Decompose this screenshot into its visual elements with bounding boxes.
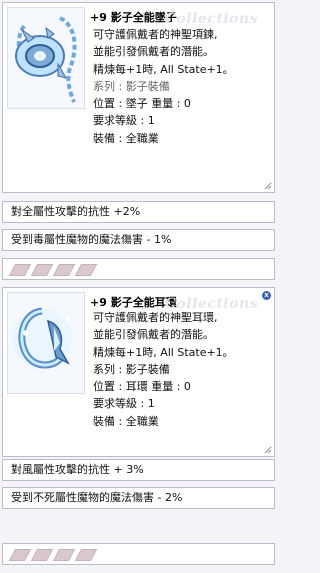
empty-slot-icon	[30, 549, 54, 561]
item-type: 系列 : 影子裝備	[93, 362, 170, 376]
item-position-weight: 位置 : 耳環 重量 : 0	[93, 380, 191, 394]
item-tooltip-earring: x +9 影子全能耳環 Collections 可守護佩戴者的神聖耳環, 並能引…	[2, 287, 275, 457]
item-type: 系列 : 影子裝備	[93, 79, 170, 93]
description-line: 並能引發佩戴者的潛能。	[93, 45, 214, 59]
earring-icon	[7, 292, 85, 394]
item-title: +9 影子全能墜子	[90, 11, 177, 24]
item-option: 對全屬性攻擊的抗性 +2%	[2, 201, 275, 223]
description-line: 可守護佩戴者的神聖耳環,	[93, 311, 218, 324]
empty-slot-icon	[74, 549, 98, 561]
item-equip-class: 裝備 : 全職業	[93, 131, 159, 145]
item-option: 對風屬性攻擊的抗性 + 3%	[2, 459, 275, 481]
description-line: 並能引發佩戴者的潛能。	[93, 328, 214, 342]
description-line: 可守護佩戴者的神聖項鍊,	[93, 28, 218, 41]
card-slots	[2, 543, 275, 565]
item-position-weight: 位置 : 墜子 重量 : 0	[93, 97, 191, 111]
description-line: 精煉每+1時, All State+1。	[93, 345, 234, 359]
item-title: +9 影子全能耳環	[90, 296, 177, 309]
collections-watermark: Collections	[164, 11, 258, 27]
empty-slot-icon	[30, 264, 54, 276]
item-option: 受到不死屬性魔物的魔法傷害 - 2%	[2, 487, 275, 509]
item-tooltip-pendant: +9 影子全能墜子 Collections 可守護佩戴者的神聖項鍊, 並能引發佩…	[2, 2, 275, 193]
empty-slot-icon	[74, 264, 98, 276]
description-line: 精煉每+1時, All State+1。	[93, 62, 234, 76]
resize-grip-icon[interactable]	[262, 444, 272, 454]
empty-slot-icon	[52, 264, 76, 276]
item-required-level: 要求等級 : 1	[93, 114, 155, 128]
empty-slot-icon	[52, 549, 76, 561]
close-button[interactable]: x	[262, 291, 271, 300]
item-option: 受到毒屬性魔物的魔法傷害 - 1%	[2, 229, 275, 251]
item-description: 可守護佩戴者的神聖耳環, 並能引發佩戴者的潛能。 精煉每+1時, All Sta…	[93, 309, 268, 430]
item-required-level: 要求等級 : 1	[93, 397, 155, 411]
pendant-icon	[7, 7, 85, 109]
resize-grip-icon[interactable]	[262, 180, 272, 190]
empty-slot-icon	[8, 549, 32, 561]
item-description: 可守護佩戴者的神聖項鍊, 並能引發佩戴者的潛能。 精煉每+1時, All Sta…	[93, 26, 268, 147]
card-slots	[2, 258, 275, 280]
empty-slot-icon	[8, 264, 32, 276]
item-equip-class: 裝備 : 全職業	[93, 414, 159, 428]
